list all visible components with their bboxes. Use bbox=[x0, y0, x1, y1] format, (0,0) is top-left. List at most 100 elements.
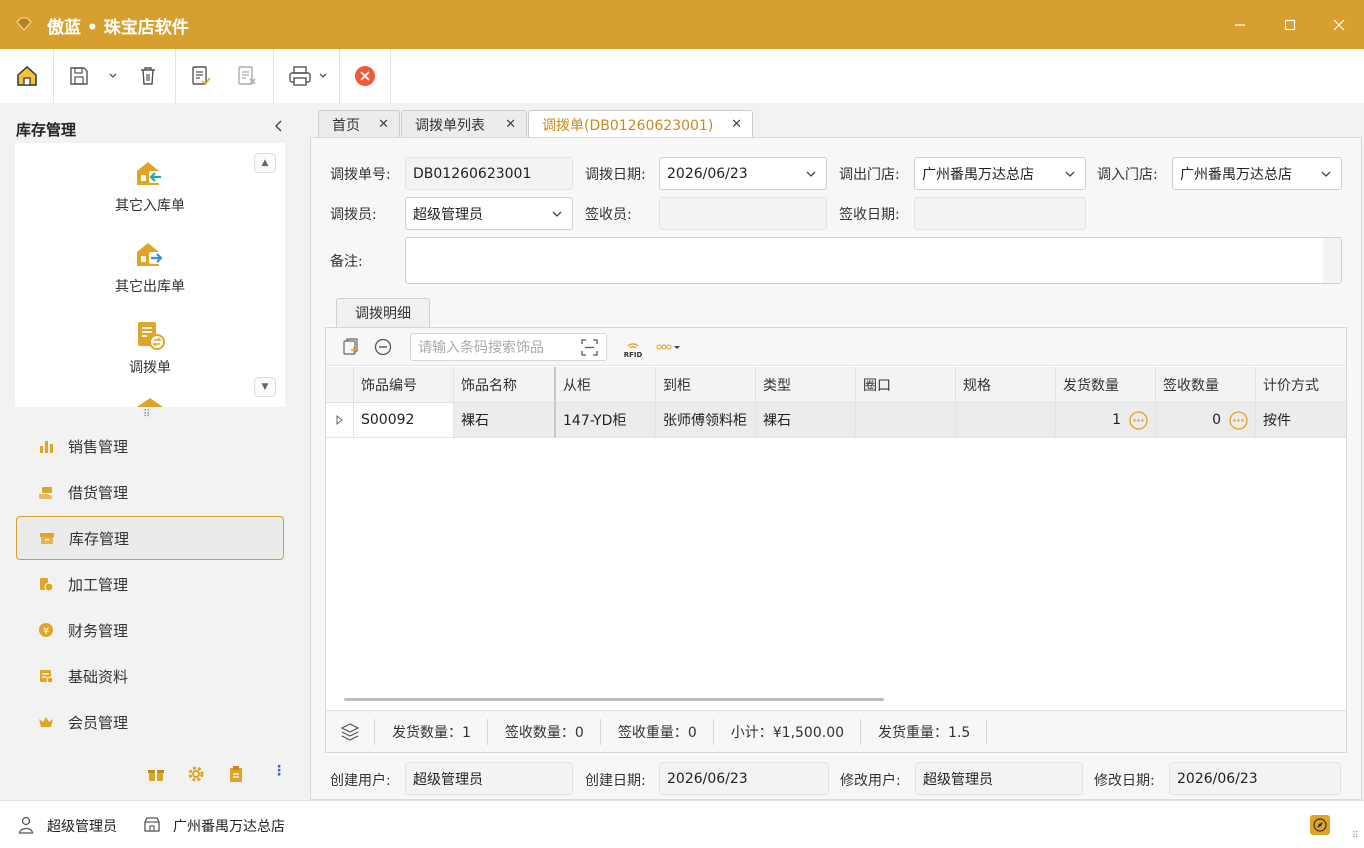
resize-grip-icon[interactable]: ⠿ bbox=[1352, 831, 1359, 841]
scan-icon[interactable] bbox=[581, 339, 598, 356]
clipboard-icon[interactable] bbox=[227, 765, 245, 783]
rfid-button[interactable]: RFID bbox=[622, 336, 644, 359]
in-store-label: 调入门店: bbox=[1097, 167, 1158, 183]
column-header-ring-size[interactable]: 圈口 bbox=[856, 367, 956, 403]
transfer-date-picker[interactable]: 2026/06/23 bbox=[659, 157, 827, 190]
chevron-down-icon bbox=[552, 211, 562, 217]
quick-item-other-inbound[interactable]: 其它入库单 bbox=[15, 157, 285, 215]
column-header-spec[interactable]: 规格 bbox=[956, 367, 1056, 403]
row-expand-toggle[interactable] bbox=[326, 403, 354, 438]
home-button[interactable] bbox=[12, 61, 42, 91]
quick-item-transfer[interactable]: 调拨单 bbox=[15, 319, 285, 377]
cell-ship-qty[interactable]: 1 bbox=[1056, 403, 1156, 438]
summary-layers-button[interactable] bbox=[326, 718, 375, 745]
tab-transfer-document[interactable]: 调拨单(DB01260623001) ✕ bbox=[528, 110, 753, 139]
cell-pricing[interactable]: 按件 bbox=[1256, 403, 1346, 438]
out-store-label: 调出门店: bbox=[839, 167, 900, 183]
column-header-recv-qty[interactable]: 签收数量 bbox=[1156, 367, 1256, 403]
print-dropdown-icon[interactable] bbox=[318, 71, 328, 81]
maximize-icon bbox=[1284, 19, 1296, 30]
gift-icon[interactable] bbox=[147, 765, 165, 783]
nav-item-sales[interactable]: 销售管理 bbox=[16, 424, 284, 468]
cell-name[interactable]: 裸石 bbox=[454, 403, 556, 438]
rfid-icon bbox=[627, 343, 639, 349]
nav-item-label: 销售管理 bbox=[68, 437, 129, 456]
tab-close-icon[interactable]: ✕ bbox=[378, 117, 389, 132]
more-tools-button[interactable] bbox=[656, 340, 682, 357]
trash-icon bbox=[141, 67, 155, 85]
more-dots-icon bbox=[656, 344, 680, 350]
print-button[interactable] bbox=[285, 61, 315, 91]
column-header-from-counter[interactable]: 从柜 bbox=[556, 367, 656, 403]
in-store-value: 广州番禺万达总店 bbox=[1180, 166, 1292, 183]
cell-type[interactable]: 裸石 bbox=[756, 403, 856, 438]
column-header-ship-qty[interactable]: 发货数量 bbox=[1056, 367, 1156, 403]
nav-item-inventory[interactable]: 库存管理 bbox=[16, 516, 284, 560]
quick-item-other-outbound[interactable]: 其它出库单 bbox=[15, 238, 285, 296]
status-store: 广州番禺万达总店 bbox=[173, 819, 285, 835]
nav-item-processing[interactable]: 加工管理 bbox=[16, 562, 284, 606]
column-header-pricing[interactable]: 计价方式 bbox=[1256, 367, 1346, 403]
operator-select[interactable]: 超级管理员 bbox=[405, 197, 573, 230]
column-header-to-counter[interactable]: 到柜 bbox=[656, 367, 756, 403]
processing-icon bbox=[40, 578, 54, 592]
minimize-button[interactable] bbox=[1215, 0, 1265, 49]
tab-close-icon[interactable]: ✕ bbox=[731, 117, 742, 132]
compass-icon[interactable] bbox=[1310, 815, 1330, 835]
cell-to-counter[interactable]: 张师傅领料柜 bbox=[656, 403, 756, 438]
delete-button[interactable] bbox=[133, 61, 163, 91]
tab-transfer-list[interactable]: 调拨单列表 ✕ bbox=[401, 110, 527, 138]
remark-textarea[interactable] bbox=[405, 237, 1342, 284]
receiver-label: 签收员: bbox=[585, 207, 632, 223]
sidebar: 库存管理 其它入库单 其它出库单 调拨单 ▲ ▼ ⠿ 销售管理 借货管理 库存管… bbox=[0, 103, 298, 800]
ellipsis-circle-icon[interactable] bbox=[1129, 411, 1148, 430]
bar-chart-icon bbox=[40, 441, 53, 453]
cell-ring-size[interactable] bbox=[856, 403, 956, 438]
splitter-handle[interactable]: ⠿ bbox=[143, 409, 151, 420]
more-options-icon[interactable]: ⋮ bbox=[272, 763, 286, 779]
cell-from-counter[interactable]: 147-YD柜 bbox=[556, 403, 656, 438]
detail-grid: 请输入条码搜索饰品 RFID 饰品编号 饰品名称 从柜 到柜 类型 圈口 规格 … bbox=[325, 327, 1347, 753]
remove-row-icon[interactable] bbox=[373, 337, 393, 357]
remark-scrollbar[interactable] bbox=[1323, 238, 1341, 283]
cell-spec[interactable] bbox=[956, 403, 1056, 438]
gear-icon[interactable] bbox=[187, 765, 205, 783]
cell-code[interactable]: S00092 bbox=[354, 403, 454, 438]
nav-item-members[interactable]: 会员管理 bbox=[16, 700, 284, 744]
cell-recv-qty[interactable]: 0 bbox=[1156, 403, 1256, 438]
summary-ship-weight: 发货重量：1.5 bbox=[861, 718, 988, 745]
chevron-left-icon[interactable] bbox=[270, 117, 288, 135]
ellipsis-circle-icon[interactable] bbox=[1229, 411, 1248, 430]
horizontal-scrollbar[interactable] bbox=[344, 698, 884, 701]
in-store-select[interactable]: 广州番禺万达总店 bbox=[1172, 157, 1342, 190]
user-icon bbox=[18, 816, 34, 834]
add-row-icon[interactable] bbox=[341, 337, 361, 357]
tab-transfer-detail[interactable]: 调拨明细 bbox=[336, 298, 430, 327]
nav-item-label: 借货管理 bbox=[68, 483, 129, 502]
close-document-button[interactable] bbox=[350, 61, 380, 91]
scroll-up-button[interactable]: ▲ bbox=[254, 153, 276, 173]
approve-button[interactable] bbox=[186, 61, 216, 91]
tab-home[interactable]: 首页 ✕ bbox=[318, 110, 400, 138]
out-store-select[interactable]: 广州番禺万达总店 bbox=[914, 157, 1086, 190]
column-header-type[interactable]: 类型 bbox=[756, 367, 856, 403]
app-title: 傲蓝 • 珠宝店软件 bbox=[47, 18, 189, 38]
nav-item-label: 基础资料 bbox=[68, 667, 129, 686]
save-button[interactable] bbox=[64, 61, 94, 91]
nav-item-finance[interactable]: ¥ 财务管理 bbox=[16, 608, 284, 652]
nav-item-basic-data[interactable]: 基础资料 bbox=[16, 654, 284, 698]
barcode-search-input[interactable]: 请输入条码搜索饰品 bbox=[410, 333, 607, 361]
minimize-icon bbox=[1235, 23, 1245, 26]
column-header-code[interactable]: 饰品编号 bbox=[354, 367, 454, 403]
scroll-down-button[interactable]: ▼ bbox=[254, 377, 276, 397]
unapprove-button[interactable] bbox=[232, 61, 262, 91]
nav-item-borrow[interactable]: 借货管理 bbox=[16, 470, 284, 514]
save-dropdown-icon[interactable] bbox=[108, 71, 118, 81]
maximize-button[interactable] bbox=[1265, 0, 1315, 49]
quick-item-label: 其它出库单 bbox=[115, 279, 185, 295]
column-header-name[interactable]: 饰品名称 bbox=[454, 367, 556, 403]
approve-doc-icon bbox=[192, 66, 211, 86]
tab-close-icon[interactable]: ✕ bbox=[505, 117, 516, 132]
caret-right-icon bbox=[336, 415, 343, 425]
close-window-button[interactable] bbox=[1314, 0, 1364, 49]
